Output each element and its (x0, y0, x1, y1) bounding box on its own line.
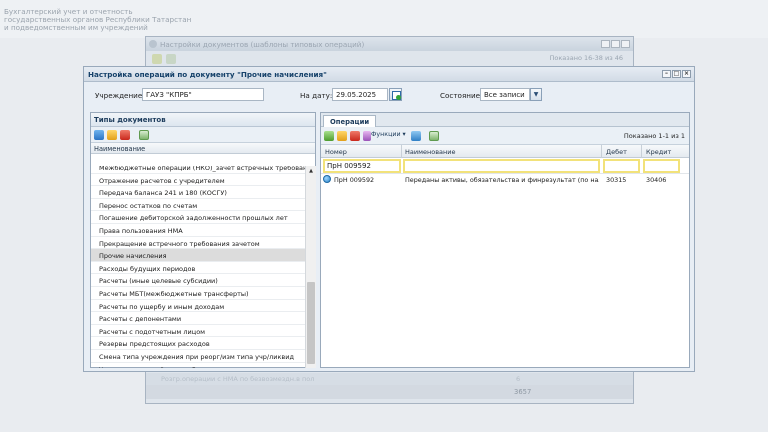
operation-icon (323, 175, 331, 183)
tab-bar: Операции (321, 113, 689, 127)
table-row[interactable]: ПрН 009592 Переданы активы, обязательств… (321, 174, 689, 186)
list-item[interactable]: Расчеты по ущербу и иным доходам (91, 300, 305, 313)
list-item[interactable]: Расходы будущих периодов (91, 262, 305, 275)
list-item[interactable]: Передача баланса 241 и 180 (КОСГУ) (91, 186, 305, 199)
list-item[interactable]: Прочие начисления (91, 249, 305, 262)
copy-icon[interactable] (411, 131, 421, 141)
edit-icon[interactable] (152, 54, 162, 64)
number-filter-input[interactable]: ПрН 009592 (323, 159, 401, 173)
list-item[interactable]: Смена типа учреждения при реорг/изм типа… (91, 350, 305, 363)
credit-filter-input[interactable] (643, 159, 680, 173)
background-window-title: Настройки документов (шаблоны типовых оп… (146, 37, 633, 51)
debit-filter-input[interactable] (603, 159, 640, 173)
background-toolbar: Показано 16-38 из 46 (146, 51, 633, 65)
delete-icon[interactable] (350, 131, 360, 141)
document-types-toolbar (91, 127, 315, 143)
list-item[interactable]: Расчеты (иные целевые субсидии) (91, 274, 305, 287)
background-total-row: 3657 (146, 385, 633, 399)
app-header: Бухгалтерский учет и отчетность государс… (0, 0, 768, 38)
name-filter-input[interactable] (403, 159, 600, 173)
list-item[interactable]: Расчеты с подотчетным лицом (91, 325, 305, 338)
cell-number: ПрН 009592 (334, 176, 375, 184)
filter-row: ПрН 009592 (321, 158, 689, 174)
cell-debit: 30315 (606, 176, 627, 184)
list-item[interactable]: Перенос остатков по счетам (91, 199, 305, 212)
close-icon[interactable] (621, 40, 630, 48)
minimize-icon[interactable]: – (662, 70, 671, 78)
operations-panel: Операции Функции ▾ Показано 1-1 из 1 Ном… (320, 112, 690, 368)
date-field[interactable]: 29.05.2025 (332, 88, 388, 101)
date-label: На дату: (300, 91, 333, 100)
column-name[interactable]: Наименование (405, 148, 456, 156)
cell-name: Переданы активы, обязательства и финрезу… (405, 176, 599, 184)
column-header-name[interactable]: Наименование (91, 143, 315, 154)
institution-label: Учреждение: (95, 91, 145, 100)
window-controls (601, 40, 630, 48)
list-item[interactable]: Отражение расчетов с учредителем (91, 174, 305, 187)
edit-icon[interactable] (107, 130, 117, 140)
list-item[interactable]: Права пользования НМА (91, 224, 305, 237)
functions-icon[interactable] (363, 131, 371, 141)
add-icon[interactable] (94, 130, 104, 140)
org-name: Бухгалтерский учет и отчетность государс… (4, 7, 192, 32)
shown-count: Показано 1-1 из 1 (623, 132, 685, 140)
operations-toolbar: Функции ▾ Показано 1-1 из 1 (321, 127, 689, 145)
dialog-title: Настройка операций по документу "Прочие … (84, 67, 694, 82)
refresh-icon[interactable] (429, 131, 439, 141)
settings-icon (149, 40, 157, 48)
operations-settings-dialog: Настройка операций по документу "Прочие … (83, 66, 695, 372)
list-item[interactable]: Расчеты с депонентами (91, 312, 305, 325)
list-item[interactable]: Прекращение встречного требования зачето… (91, 237, 305, 250)
column-credit[interactable]: Кредит (646, 148, 671, 156)
maximize-icon[interactable]: □ (672, 70, 681, 78)
background-row: Розгр.операции с НМА по безвозмездн.в по… (146, 373, 633, 385)
background-shown-count: Показано 16-38 из 46 (549, 54, 623, 62)
document-types-panel: Типы документов Наименование Межбюджетны… (90, 112, 316, 368)
operations-grid-header: Номер Наименование Дебет Кредит (321, 145, 689, 158)
document-types-list: Межбюджетные операции (НКО)_зачет встреч… (91, 166, 305, 368)
list-item[interactable]: Уменьшение расчётов с дебиторами по дохо… (91, 363, 305, 369)
chevron-down-icon[interactable]: ▼ (530, 88, 542, 101)
cell-credit: 30406 (646, 176, 667, 184)
column-debit[interactable]: Дебет (606, 148, 627, 156)
edit-icon[interactable] (337, 131, 347, 141)
dialog-window-controls: – □ × (662, 70, 691, 78)
calendar-icon[interactable] (389, 88, 402, 101)
delete-icon[interactable] (120, 130, 130, 140)
refresh-icon[interactable] (166, 54, 176, 64)
list-item[interactable]: Межбюджетные операции (НКО)_зачет встреч… (91, 166, 305, 174)
minimize-icon[interactable] (601, 40, 610, 48)
list-item[interactable]: Расчеты МБТ(межбюджетные трансферты) (91, 287, 305, 300)
refresh-icon[interactable] (139, 130, 149, 140)
functions-menu[interactable]: Функции ▾ (371, 131, 406, 138)
scrollbar[interactable]: ▲ (305, 166, 316, 368)
document-types-title: Типы документов (91, 113, 315, 127)
filter-form: Учреждение: ГАУЗ "КПРБ" На дату: 29.05.2… (84, 83, 694, 109)
tab-operations[interactable]: Операции (323, 115, 377, 127)
scroll-up-icon[interactable]: ▲ (306, 166, 316, 176)
state-label: Состояние: (440, 91, 483, 100)
institution-field[interactable]: ГАУЗ "КПРБ" (142, 88, 264, 101)
close-icon[interactable]: × (682, 70, 691, 78)
state-select[interactable]: Все записи (480, 88, 530, 101)
scrollbar-thumb[interactable] (307, 282, 315, 364)
column-number[interactable]: Номер (325, 148, 347, 156)
maximize-icon[interactable] (611, 40, 620, 48)
list-item[interactable]: Резервы предстоящих расходов (91, 337, 305, 350)
list-item[interactable]: Погашение дебиторской задолженности прош… (91, 211, 305, 224)
add-icon[interactable] (324, 131, 334, 141)
